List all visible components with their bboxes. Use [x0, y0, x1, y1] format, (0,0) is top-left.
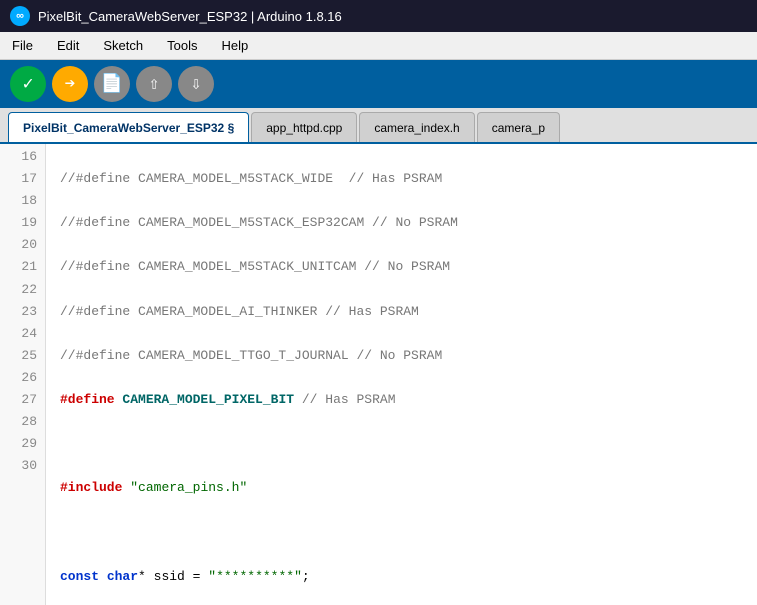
menu-bar: File Edit Sketch Tools Help	[0, 32, 757, 60]
code-line-20: //#define CAMERA_MODEL_TTGO_T_JOURNAL //…	[60, 345, 757, 367]
menu-edit[interactable]: Edit	[53, 36, 83, 55]
line-number: 16	[0, 146, 45, 168]
verify-button[interactable]: ✓	[10, 66, 46, 102]
tabs-bar: PixelBit_CameraWebServer_ESP32 § app_htt…	[0, 108, 757, 144]
line-number: 17	[0, 168, 45, 190]
code-line-24	[60, 522, 757, 544]
toolbar: ✓ ➔ 📄 ⇧ ⇩	[0, 60, 757, 108]
line-number: 29	[0, 433, 45, 455]
menu-file[interactable]: File	[8, 36, 37, 55]
code-line-17: //#define CAMERA_MODEL_M5STACK_ESP32CAM …	[60, 212, 757, 234]
new-button[interactable]: 📄	[94, 66, 130, 102]
menu-help[interactable]: Help	[217, 36, 252, 55]
open-button[interactable]: ⇧	[136, 66, 172, 102]
line-number: 30	[0, 455, 45, 477]
line-number: 24	[0, 323, 45, 345]
line-number: 26	[0, 367, 45, 389]
app-logo: ∞	[10, 6, 30, 26]
code-line-18: //#define CAMERA_MODEL_M5STACK_UNITCAM /…	[60, 256, 757, 278]
code-editor: 16 17 18 19 20 21 22 23 24 25 26 27 28 2…	[0, 144, 757, 605]
menu-sketch[interactable]: Sketch	[99, 36, 147, 55]
line-number: 28	[0, 411, 45, 433]
tab-main[interactable]: PixelBit_CameraWebServer_ESP32 §	[8, 112, 249, 142]
line-number: 18	[0, 190, 45, 212]
tab-app-httpd[interactable]: app_httpd.cpp	[251, 112, 357, 142]
tab-camera-index[interactable]: camera_index.h	[359, 112, 474, 142]
line-number: 23	[0, 301, 45, 323]
code-line-25: const char* ssid = "**********";	[60, 566, 757, 588]
save-button[interactable]: ⇩	[178, 66, 214, 102]
line-number: 20	[0, 234, 45, 256]
tab-camera-p[interactable]: camera_p	[477, 112, 560, 142]
window-title: PixelBit_CameraWebServer_ESP32 | Arduino…	[38, 9, 342, 24]
menu-tools[interactable]: Tools	[163, 36, 201, 55]
line-number: 22	[0, 279, 45, 301]
code-line-21: #define CAMERA_MODEL_PIXEL_BIT // Has PS…	[60, 389, 757, 411]
line-number: 25	[0, 345, 45, 367]
line-number: 21	[0, 256, 45, 278]
code-line-22	[60, 433, 757, 455]
upload-button[interactable]: ➔	[52, 66, 88, 102]
title-bar: ∞ PixelBit_CameraWebServer_ESP32 | Ardui…	[0, 0, 757, 32]
code-line-23: #include "camera_pins.h"	[60, 477, 757, 499]
code-line-16: //#define CAMERA_MODEL_M5STACK_WIDE // H…	[60, 168, 757, 190]
line-number: 19	[0, 212, 45, 234]
line-number: 27	[0, 389, 45, 411]
code-text[interactable]: //#define CAMERA_MODEL_M5STACK_WIDE // H…	[46, 144, 757, 605]
line-numbers: 16 17 18 19 20 21 22 23 24 25 26 27 28 2…	[0, 144, 46, 605]
code-line-19: //#define CAMERA_MODEL_AI_THINKER // Has…	[60, 301, 757, 323]
